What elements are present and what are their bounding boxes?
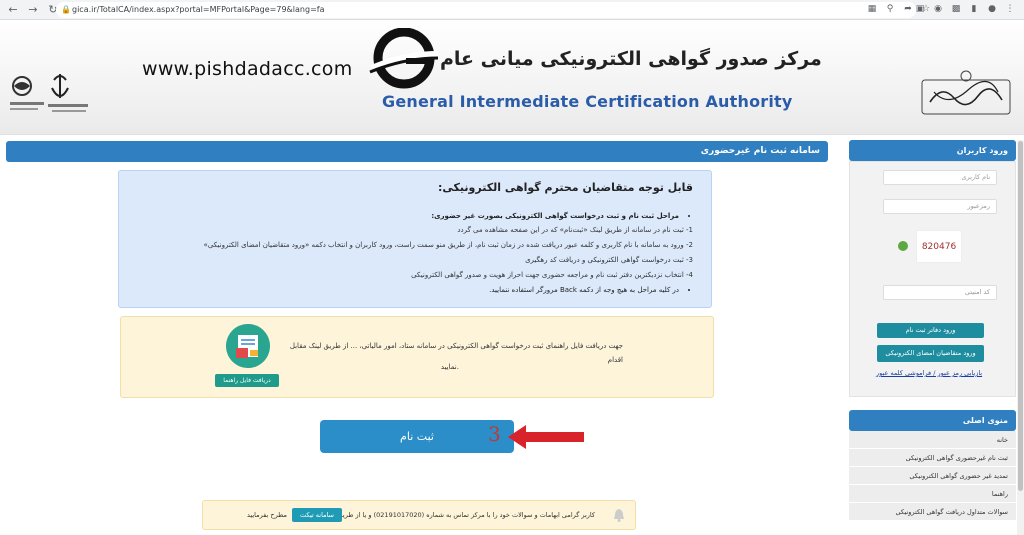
forward-arrow-icon[interactable]: → bbox=[26, 3, 40, 17]
ticket-system-button[interactable]: سامانه تیکت bbox=[292, 508, 342, 522]
extension-icons: ▣ ◉ ▩ ▮ ● ⋮ bbox=[914, 3, 1016, 15]
document-icon bbox=[226, 324, 270, 368]
share-icon[interactable]: ➦ bbox=[902, 3, 914, 15]
guide-text-continued: نمایید. bbox=[440, 363, 459, 371]
menu-dots-icon[interactable]: ⋮ bbox=[1004, 3, 1016, 15]
scrollbar-thumb[interactable] bbox=[1018, 141, 1023, 491]
notice-footer-list: در کلیه مراحل به هیچ وجه از دکمه Back مر… bbox=[137, 286, 693, 294]
download-guide-button[interactable]: دریافت فایل راهنما bbox=[215, 374, 279, 387]
support-text: کاربر گرامی ابهامات و سوالات خود را با م… bbox=[317, 511, 595, 519]
notice-list: مراحل ثبت نام و ثبت درخواست گواهی الکترو… bbox=[137, 212, 693, 220]
steps-title: مراحل ثبت نام و ثبت درخواست گواهی الکترو… bbox=[137, 212, 679, 220]
notice-footer-note: در کلیه مراحل به هیچ وجه از دکمه Back مر… bbox=[137, 286, 679, 294]
menu-item-remote-registration[interactable]: ثبت نام غیرحضوری گواهی الکترونیکی bbox=[849, 449, 1016, 467]
zoom-icon[interactable]: ⚲ bbox=[884, 3, 896, 15]
menu-item-faq[interactable]: سوالات متداول دریافت گواهی الکترونیکی bbox=[849, 503, 1016, 521]
registration-bar: سامانه ثبت نام غیرحضوری bbox=[6, 141, 828, 162]
notice-step: 1- ثبت نام در سامانه از طریق لینک «ثبت‌ن… bbox=[457, 226, 693, 234]
gica-logo-icon bbox=[369, 28, 439, 89]
calligraphy-logo-icon bbox=[921, 70, 1011, 115]
government-emblem-icon bbox=[10, 74, 88, 112]
office-login-button[interactable]: ورود دفاتر ثبت نام bbox=[877, 323, 984, 338]
profile-icon[interactable]: ● bbox=[986, 3, 998, 15]
main-menu: خانه ثبت نام غیرحضوری گواهی الکترونیکی ت… bbox=[849, 431, 1016, 521]
notice-step: 3- ثبت درخواست گواهی الکترونیکی و دریافت… bbox=[525, 256, 693, 264]
guide-box: جهت دریافت فایل راهنمای ثبت درخواست گواه… bbox=[120, 316, 714, 398]
support-text-end: مطرح بفرمایید bbox=[247, 511, 287, 519]
menu-item-help[interactable]: راهنما bbox=[849, 485, 1016, 503]
notice-box: قابل توجه متقاضیان محترم گواهی الکترونیک… bbox=[118, 170, 712, 308]
extension-icon[interactable]: ◉ bbox=[932, 3, 944, 15]
sidepanel-icon[interactable]: ▮ bbox=[968, 3, 980, 15]
lock-icon: 🔒 bbox=[61, 5, 71, 14]
login-panel-header: ورود کاربران bbox=[849, 140, 1016, 161]
forgot-password-link[interactable]: بازیابی رمز عبور / فراموشی کلمه عبور bbox=[876, 369, 982, 377]
username-input[interactable]: نام کاربری bbox=[883, 170, 997, 185]
notice-step: 2- ورود به سامانه با نام کاربری و کلمه ع… bbox=[203, 241, 693, 249]
refresh-captcha-icon[interactable] bbox=[898, 241, 908, 251]
url-text: gica.ir/TotalCA/index.aspx?portal=MFPort… bbox=[72, 5, 325, 14]
register-button[interactable]: ثبت نام bbox=[320, 420, 514, 453]
security-code-input[interactable]: کد امنیتی bbox=[883, 285, 997, 300]
notice-heading: قابل توجه متقاضیان محترم گواهی الکترونیک… bbox=[437, 181, 693, 194]
annotation-arrow-icon bbox=[508, 425, 584, 449]
site-url-text: www.pishdadacc.com bbox=[142, 58, 353, 80]
translate-icon[interactable]: ▦ bbox=[866, 3, 878, 15]
page-title-fa: مرکز صدور گواهی الکترونیکی میانی عام bbox=[440, 48, 822, 70]
extension-icon[interactable]: ▣ bbox=[914, 3, 926, 15]
browser-toolbar: ← → ↻ 🔒 gica.ir/TotalCA/index.aspx?porta… bbox=[0, 0, 1024, 20]
bell-icon bbox=[614, 509, 624, 522]
back-arrow-icon[interactable]: ← bbox=[6, 3, 20, 17]
puzzle-icon[interactable]: ▩ bbox=[950, 3, 962, 15]
menu-item-remote-renewal[interactable]: تمدید غیر حضوری گواهی الکترونیکی bbox=[849, 467, 1016, 485]
menu-item-home[interactable]: خانه bbox=[849, 431, 1016, 449]
page-title-en: General Intermediate Certification Autho… bbox=[382, 92, 793, 111]
applicant-login-button[interactable]: ورود متقاضیان امضای الکترونیکی bbox=[877, 345, 984, 362]
annotation-number: 3 bbox=[488, 422, 501, 446]
notice-step: 4- انتخاب نزدیکترین دفتر ثبت نام و مراجع… bbox=[411, 271, 693, 279]
password-input[interactable]: رمزعبور bbox=[883, 199, 997, 214]
main-menu-header: منوی اصلی bbox=[849, 410, 1016, 431]
captcha-image: 820476 bbox=[916, 230, 962, 263]
address-bar[interactable]: 🔒 gica.ir/TotalCA/index.aspx?portal=MFPo… bbox=[56, 2, 916, 18]
site-header: www.pishdadacc.com مرکز صدور گواهی الکتر… bbox=[0, 20, 1024, 135]
